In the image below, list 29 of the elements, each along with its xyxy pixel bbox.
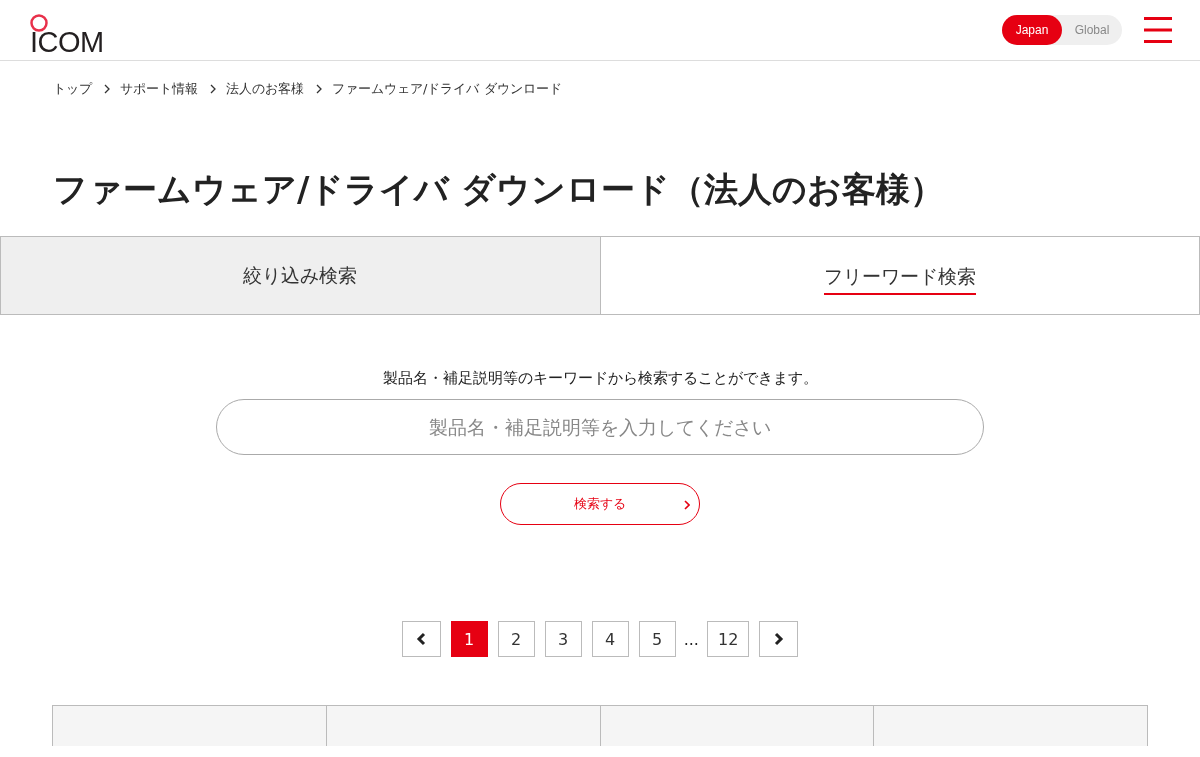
page-button[interactable]: 12 xyxy=(706,621,750,657)
tab[interactable]: フリーワード検索 xyxy=(600,236,1200,315)
page-button[interactable]: 1 xyxy=(450,621,488,657)
next-page-button[interactable] xyxy=(759,621,799,657)
chevron-icon xyxy=(104,84,110,94)
previous-page-button[interactable] xyxy=(401,621,441,657)
breadcrumb-link[interactable]: トップ xyxy=(53,80,92,98)
page-title: ファームウェア/ドライバ ダウンロード（法人のお客様） xyxy=(53,169,946,211)
tab[interactable]: 絞り込み検索 xyxy=(0,236,601,315)
breadcrumb-link[interactable]: 法人のお客様 xyxy=(226,80,304,98)
page-button[interactable]: 4 xyxy=(591,621,629,657)
chevron-right-icon xyxy=(773,632,785,646)
ring-icon xyxy=(29,12,49,33)
search-field[interactable]: 製品名・補足説明等を入力してください xyxy=(216,399,984,455)
breadcrumb-link[interactable]: サポート情報 xyxy=(120,80,198,98)
chevron-icon xyxy=(316,84,322,94)
search-button[interactable]: 検索する xyxy=(500,483,700,525)
chevron-left-icon xyxy=(415,632,427,646)
chevron-icon xyxy=(210,84,216,94)
breadcrumb-link[interactable]: ファームウェア/ドライバ ダウンロード xyxy=(332,80,562,98)
page-button[interactable]: 2 xyxy=(497,621,535,657)
menu-icon[interactable] xyxy=(1144,17,1172,43)
region-option[interactable]: Japan xyxy=(1002,15,1062,45)
page-button[interactable]: 3 xyxy=(544,621,582,657)
logo[interactable]: ICOM xyxy=(30,29,104,54)
page-ellipsis: ... xyxy=(683,629,699,649)
search-description: 製品名・補足説明等のキーワードから検索することができます。 xyxy=(382,369,818,389)
chevron-icon xyxy=(684,500,690,510)
page-button[interactable]: 5 xyxy=(638,621,676,657)
